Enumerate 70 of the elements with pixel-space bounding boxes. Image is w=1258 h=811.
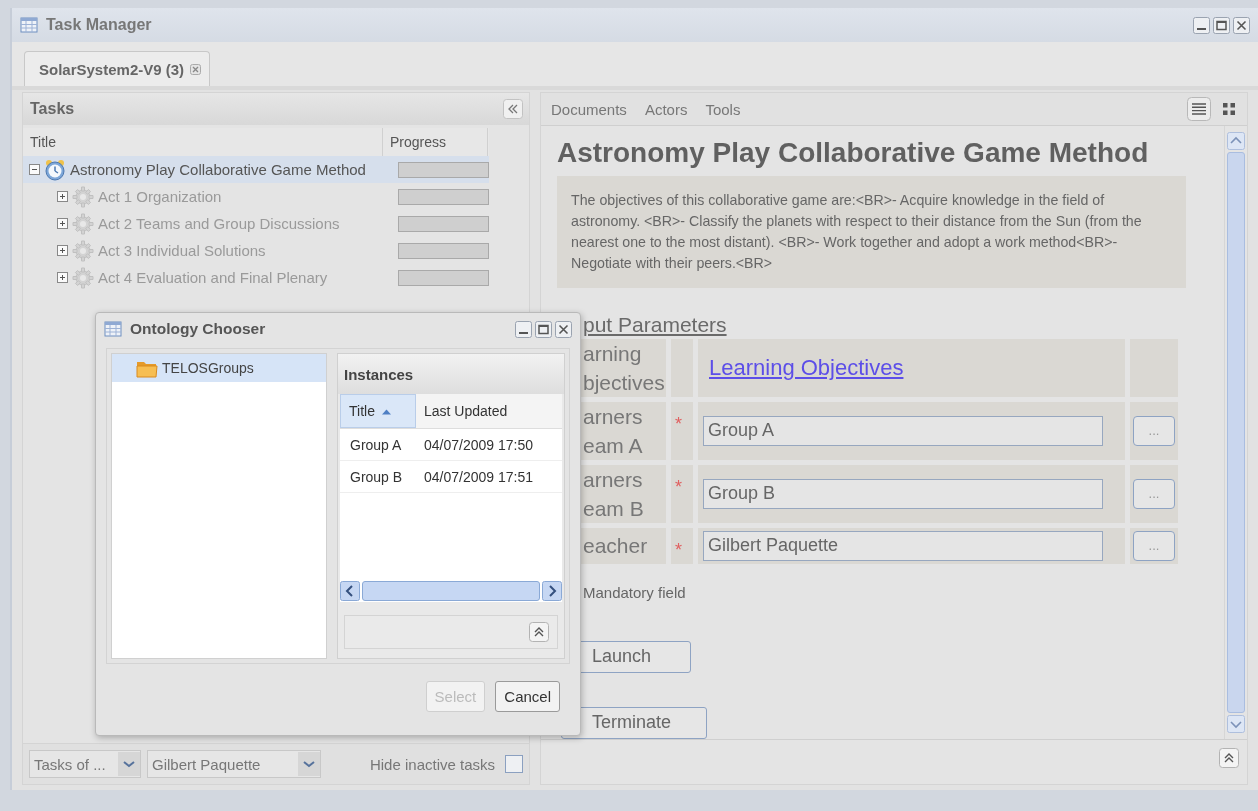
collapse-icon[interactable]: [29, 164, 40, 175]
tab[interactable]: SolarSystem2-V9 (3): [24, 51, 211, 86]
input-field[interactable]: Gilbert Paquette: [703, 530, 1103, 561]
gear-icon: [72, 185, 94, 208]
scrollbar-thumb[interactable]: [1227, 152, 1245, 713]
close-icon[interactable]: [1233, 16, 1250, 34]
description: The objectives of this collaborative game are:<BR>- Acquire knowledge in the field of astronomy. <BR>- Classify the planets with respect to their distance from the Sun (from the nearest one to the most distant). <BR>- Work together and adopt a work method<BR>- Negotiate with their peers.<BR>: [557, 175, 1186, 288]
required-mark: *: [674, 413, 682, 435]
window-title: Task Manager: [46, 16, 153, 34]
panel-title: Instances: [338, 354, 564, 394]
gear-icon: [72, 239, 94, 262]
double-up-icon[interactable]: [1219, 747, 1239, 768]
table-cell-text: 04/07/2009 17:50: [423, 436, 534, 453]
expand-icon[interactable]: [57, 272, 68, 283]
scroll-left-icon[interactable]: [340, 581, 360, 601]
maximize-icon[interactable]: [1213, 16, 1230, 34]
dialog-title: Ontology Chooser: [130, 320, 267, 338]
browse-button[interactable]: ...: [1133, 530, 1175, 561]
double-up-icon[interactable]: [529, 622, 549, 642]
expand-icon[interactable]: [57, 218, 68, 229]
scrollbar-thumb[interactable]: [362, 581, 540, 601]
sort-ascending-icon: [380, 407, 392, 415]
menu-item[interactable]: Documents: [551, 100, 627, 118]
expand-icon[interactable]: [57, 191, 68, 202]
menu-item[interactable]: Tools: [705, 100, 741, 118]
checkbox[interactable]: [505, 755, 523, 773]
tree-item[interactable]: TELOSGroups: [112, 354, 326, 382]
list-view-icon[interactable]: [1187, 97, 1211, 122]
column-header[interactable]: Title: [23, 128, 382, 156]
column-header[interactable]: Last Updated: [416, 394, 562, 428]
table-cell-text: 04/07/2009 17:51: [423, 468, 534, 485]
required-mark: *: [674, 539, 682, 561]
user-dropdown[interactable]: Gilbert Paquette: [147, 750, 321, 778]
menu-item[interactable]: Actors: [644, 100, 688, 118]
parameter-label: arners eam B: [582, 466, 644, 522]
mandatory-note: Mandatory field: [582, 583, 687, 601]
grid-icon: [104, 321, 122, 337]
grid-icon: [20, 17, 38, 33]
column-header[interactable]: Title: [340, 394, 416, 428]
close-icon[interactable]: [555, 320, 572, 338]
browse-button[interactable]: ...: [1133, 415, 1175, 446]
minimize-icon[interactable]: [515, 320, 532, 338]
task-title[interactable]: Act 3 Individual Solutions: [98, 242, 266, 259]
close-icon[interactable]: [190, 63, 202, 75]
clock-icon: [44, 158, 66, 181]
required-mark: *: [674, 476, 682, 498]
task-title[interactable]: Act 4 Evaluation and Final Plenary: [98, 269, 328, 286]
minimize-icon[interactable]: [1193, 16, 1210, 34]
input-field[interactable]: Group A: [703, 415, 1103, 446]
scroll-right-icon[interactable]: [542, 581, 562, 601]
panel-title: Tasks: [30, 100, 75, 118]
column-header[interactable]: Progress: [383, 128, 487, 156]
cancel-button[interactable]: Cancel: [495, 681, 560, 712]
task-title[interactable]: Act 1 Organization: [98, 188, 222, 205]
gear-icon: [72, 266, 94, 289]
section-heading: put Parameters: [583, 312, 727, 338]
checkbox-label: Hide inactive tasks: [369, 755, 495, 773]
scope-dropdown[interactable]: Tasks of ...: [29, 750, 141, 778]
input-field[interactable]: Group B: [703, 478, 1103, 509]
parameter-link[interactable]: Learning Objectives: [703, 354, 904, 381]
maximize-icon[interactable]: [535, 320, 552, 338]
expand-icon[interactable]: [57, 245, 68, 256]
parameter-label: eacher: [582, 533, 648, 560]
table-cell-text: Group A: [349, 436, 403, 453]
method-title: Astronomy Play Collaborative Game Method: [557, 136, 1150, 170]
task-title[interactable]: Act 2 Teams and Group Discussions: [98, 215, 340, 232]
browse-button[interactable]: ...: [1133, 478, 1175, 509]
gear-icon: [72, 212, 94, 235]
table-cell-text: Group B: [349, 468, 404, 485]
collapse-icon[interactable]: [503, 99, 523, 119]
